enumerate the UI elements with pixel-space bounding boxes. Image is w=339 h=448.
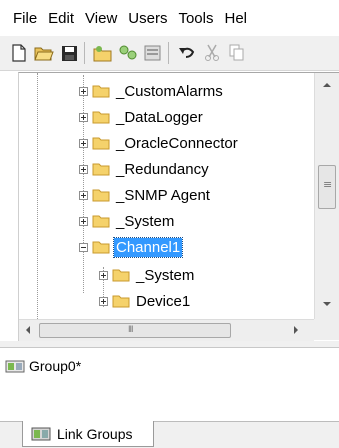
toolbar [0,36,339,71]
properties-icon[interactable] [142,42,164,64]
folder-icon [92,215,110,228]
left-margin [0,36,18,336]
tree-item[interactable]: _System [79,209,176,233]
menu-file[interactable]: File [13,10,37,27]
expand-toggle[interactable] [99,270,108,280]
scroll-up-icon[interactable] [323,83,331,87]
folder-icon [92,241,110,254]
horizontal-scrollbar[interactable] [19,319,314,341]
tree-item[interactable]: Device1 [99,289,192,313]
tree-item[interactable]: _CustomAlarms [79,79,225,103]
toolbar-separator [168,42,169,64]
tree-item-label: _OracleConnector [116,134,238,152]
link-group-icon [5,360,25,373]
scroll-left-icon[interactable] [26,326,30,334]
folder-icon [112,295,130,308]
tree-item[interactable]: _DataLogger [79,105,205,129]
tab-link-groups-label: Link Groups [57,425,133,442]
link-groups-icon [31,427,51,440]
menu-help[interactable]: Hel [224,10,247,27]
menu-users[interactable]: Users [128,10,167,27]
vertical-scrollbar[interactable] [314,73,339,319]
new-icon[interactable] [8,42,30,64]
tree-item-label: _CustomAlarms [116,82,223,100]
tab-link-groups[interactable]: Link Groups [22,421,154,447]
tree-connector [37,73,38,319]
copy-icon[interactable] [226,42,248,64]
tab-bar: Link Groups [0,421,339,448]
folder-icon [92,137,110,150]
menu-tools[interactable]: Tools [178,10,213,27]
menu-edit[interactable]: Edit [48,10,74,27]
cut-icon[interactable] [201,42,223,64]
collapse-toggle[interactable] [79,242,88,252]
tree-item-label: _SNMP Agent [116,186,210,204]
tree-item-label: _Redundancy [116,160,209,178]
tree-item[interactable]: _OracleConnector [79,131,240,155]
folder-icon [92,85,110,98]
tree-item-label: _DataLogger [116,108,203,126]
vertical-scroll-thumb[interactable] [318,165,336,209]
folder-icon [112,269,130,282]
new-channel-icon[interactable] [92,42,114,64]
undo-icon[interactable] [176,42,198,64]
save-icon[interactable] [58,42,80,64]
project-tree[interactable]: _CustomAlarms _DataLogger _OracleConnect… [18,72,339,342]
expand-toggle[interactable] [79,216,88,226]
tree-item-channel1[interactable]: Channel1 [79,235,184,259]
open-icon[interactable] [33,42,55,64]
tree-item[interactable]: _System [99,263,196,287]
horizontal-scroll-thumb[interactable] [39,323,231,338]
group-item-label: Group0* [29,358,82,374]
expand-toggle[interactable] [79,164,88,174]
link-groups-panel: Group0* [0,347,339,422]
tree-item-label: Device1 [136,292,191,310]
group-item[interactable]: Group0* [5,358,81,374]
menu-bar: File Edit View Users Tools Hel [0,0,339,36]
tree-item-label-selected: Channel1 [112,236,184,258]
toolbar-separator [84,42,85,64]
scroll-down-icon[interactable] [323,302,331,306]
tree-item-label: _System [136,266,195,284]
expand-toggle[interactable] [99,296,108,306]
folder-icon [92,189,110,202]
expand-toggle[interactable] [79,112,88,122]
scrollbar-corner [314,319,339,340]
new-device-icon[interactable] [117,42,139,64]
scroll-right-icon[interactable] [294,326,298,334]
expand-toggle[interactable] [79,138,88,148]
tree-item[interactable]: _Redundancy [79,157,211,181]
tree-item-label: _System [116,212,175,230]
folder-icon [92,111,110,124]
expand-toggle[interactable] [79,86,88,96]
expand-toggle[interactable] [79,190,88,200]
tree-item[interactable]: _SNMP Agent [79,183,212,207]
menu-view[interactable]: View [85,10,117,27]
folder-icon [92,163,110,176]
